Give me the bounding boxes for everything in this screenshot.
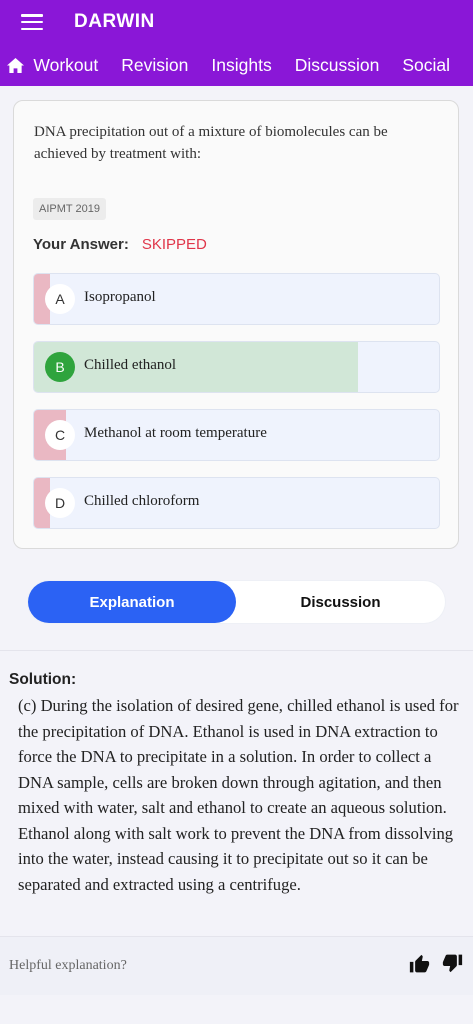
hamburger-menu-icon[interactable] [21,14,43,30]
app-bar: DARWIN Workout Revision Insights Discuss… [0,0,473,86]
option-b-share-bar [34,342,358,392]
thumbs-up-icon[interactable] [409,954,430,980]
home-icon[interactable] [0,57,29,74]
exam-tag: AIPMT 2019 [33,198,106,220]
option-b-letter: B [45,352,75,382]
option-b[interactable]: B Chilled ethanol [33,341,440,393]
option-d-label: Chilled chloroform [84,493,200,509]
option-c[interactable]: C Methanol at room temperature [33,409,440,461]
option-a-letter: A [45,284,75,314]
nav-tab-discussion[interactable]: Discussion [295,55,380,76]
app-title: DARWIN [74,11,155,32]
option-c-letter: C [45,420,75,450]
solution-text: (c) During the isolation of desired gene… [18,696,459,894]
nav-tab-revision[interactable]: Revision [121,55,188,76]
your-answer-row: Your Answer: SKIPPED [33,236,207,253]
nav-tabs: Workout Revision Insights Discussion Soc… [0,44,473,86]
helpful-prompt: Helpful explanation? [9,958,127,973]
option-b-label: Chilled ethanol [84,357,177,373]
solution-title: Solution: [9,671,77,688]
your-answer-value: SKIPPED [141,236,207,253]
question-card: DNA precipitation out of a mixture of bi… [13,100,459,549]
thumbs-down-icon[interactable] [442,952,463,978]
nav-tab-workout[interactable]: Workout [33,55,98,76]
helpful-feedback-bar: Helpful explanation? [0,937,473,995]
option-c-label: Methanol at room temperature [84,425,267,441]
app-bar-top: DARWIN [0,0,473,44]
tab-discussion[interactable]: Discussion [236,581,445,623]
option-a[interactable]: A Isopropanol [33,273,440,325]
nav-tab-social[interactable]: Social [402,55,450,76]
your-answer-label: Your Answer: [33,236,129,253]
option-a-label: Isopropanol [84,289,156,305]
option-d[interactable]: D Chilled chloroform [33,477,440,529]
tab-explanation[interactable]: Explanation [28,581,236,623]
explanation-discussion-toggle: Explanation Discussion [28,581,445,623]
option-d-letter: D [45,488,75,518]
question-text: DNA precipitation out of a mixture of bi… [34,124,388,162]
nav-tab-insights[interactable]: Insights [211,55,271,76]
divider [0,650,473,651]
